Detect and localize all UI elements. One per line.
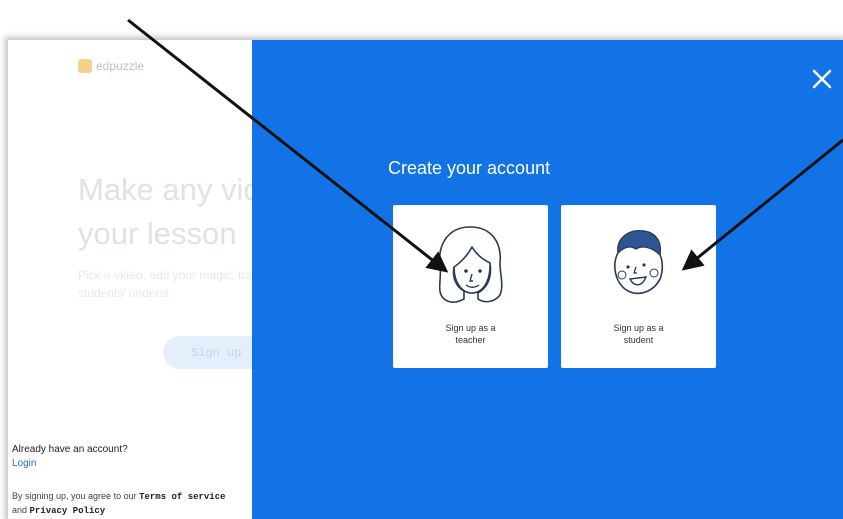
teacher-face-icon	[438, 226, 503, 303]
terms-prefix: By signing up, you agree to our	[12, 491, 140, 501]
signup-teacher-card[interactable]: Sign up as a teacher	[393, 205, 548, 368]
teacher-label-line1: Sign up as a	[445, 323, 496, 333]
teacher-card-label: Sign up as a teacher	[393, 322, 548, 346]
browser-frame: edpuzzle Make any vid your lesson Pick a…	[8, 40, 843, 519]
student-label-line1: Sign up as a	[613, 323, 664, 333]
close-button[interactable]	[811, 68, 833, 90]
have-account-text: Already have an account?	[12, 444, 128, 455]
terms-and: and	[12, 505, 30, 515]
modal-title: Create your account	[388, 158, 551, 178]
puzzle-logo-icon	[78, 59, 92, 73]
terms-notice: By signing up, you agree to our Terms of…	[12, 490, 232, 518]
landing-background: edpuzzle Make any vid your lesson Pick a…	[8, 40, 291, 519]
login-link[interactable]: Login	[12, 458, 36, 469]
teacher-label-line2: teacher	[455, 335, 486, 345]
signup-student-card[interactable]: Sign up as a student	[561, 205, 716, 368]
close-icon	[812, 69, 832, 89]
logo-text: edpuzzle	[96, 59, 145, 73]
student-label-line2: student	[623, 335, 654, 345]
student-face-icon	[614, 230, 664, 295]
terms-of-service-link[interactable]: Terms of service	[139, 492, 225, 502]
privacy-policy-link[interactable]: Privacy Policy	[30, 506, 106, 516]
student-card-label: Sign up as a student	[561, 322, 716, 346]
create-account-modal: Create your account Sign up as a teacher	[252, 40, 843, 519]
edpuzzle-logo: edpuzzle	[78, 59, 144, 73]
